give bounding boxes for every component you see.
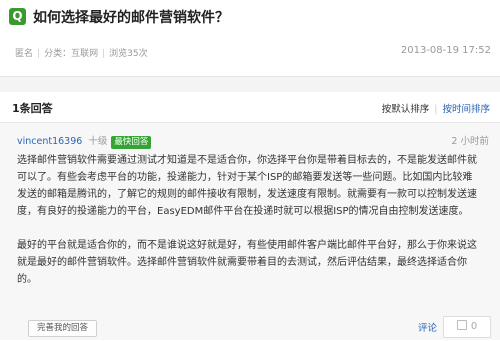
sort-time-link[interactable]: 按时间排序	[442, 104, 490, 115]
answer-paragraph: 最好的平台就是适合你的，而不是谁说这好就是好，有些使用邮件客户端比邮件平台好，那…	[17, 240, 477, 285]
answer-count: 1条回答	[12, 102, 53, 115]
view-count: 浏览35次	[109, 49, 148, 59]
meta-divider: |	[37, 49, 41, 59]
answer-content: 选择邮件营销软件需要通过测试才知道是不是适合你，你选择平台你是带着目标去的，不是…	[17, 152, 481, 305]
answer-username[interactable]: vincent16396	[17, 136, 82, 147]
answer-item: vincent16396 十级 最快回答 2 小时前 选择邮件营销软件需要通过测试才…	[0, 123, 500, 340]
like-button[interactable]: 0	[443, 316, 491, 338]
question-header: Q 如何选择最好的邮件营销软件？ 匿名 | 分类：互联网 | 浏览35次 2013-08…	[0, 0, 500, 77]
perfect-answer-button[interactable]: 完善我的回答	[28, 320, 98, 337]
like-count: 0	[470, 321, 478, 332]
sort-default-link[interactable]: 按默认排序	[382, 104, 430, 115]
thumb-up-icon	[456, 320, 467, 330]
question-author: 匿名	[15, 49, 34, 59]
sort-options: 按默认排序 | 按时间排序	[382, 101, 490, 115]
answer-paragraph: 选择邮件营销软件需要通过测试才知道是不是适合你，你选择平台你是带着目标去的，不是…	[17, 155, 477, 217]
answers-header: 1条回答 按默认排序 | 按时间排序	[0, 92, 500, 123]
sort-divider: |	[434, 104, 438, 115]
section-gap	[0, 77, 500, 92]
meta-divider: |	[102, 49, 106, 59]
question-title: 如何选择最好的邮件营销软件？	[33, 10, 229, 26]
category-link[interactable]: 互联网	[71, 49, 98, 59]
comment-link[interactable]: 评论	[418, 320, 437, 334]
question-icon: Q	[9, 8, 26, 25]
answer-time: 2 小时前	[451, 136, 489, 147]
category-label: 分类：	[44, 49, 72, 59]
question-date: 2013-08-19 17:52	[400, 45, 491, 56]
question-meta: 匿名 | 分类：互联网 | 浏览35次	[15, 46, 148, 59]
fastest-answer-badge: 最快回答	[111, 136, 152, 149]
user-level: 十级	[88, 136, 108, 147]
answer-user: vincent16396 十级 最快回答	[17, 133, 152, 149]
